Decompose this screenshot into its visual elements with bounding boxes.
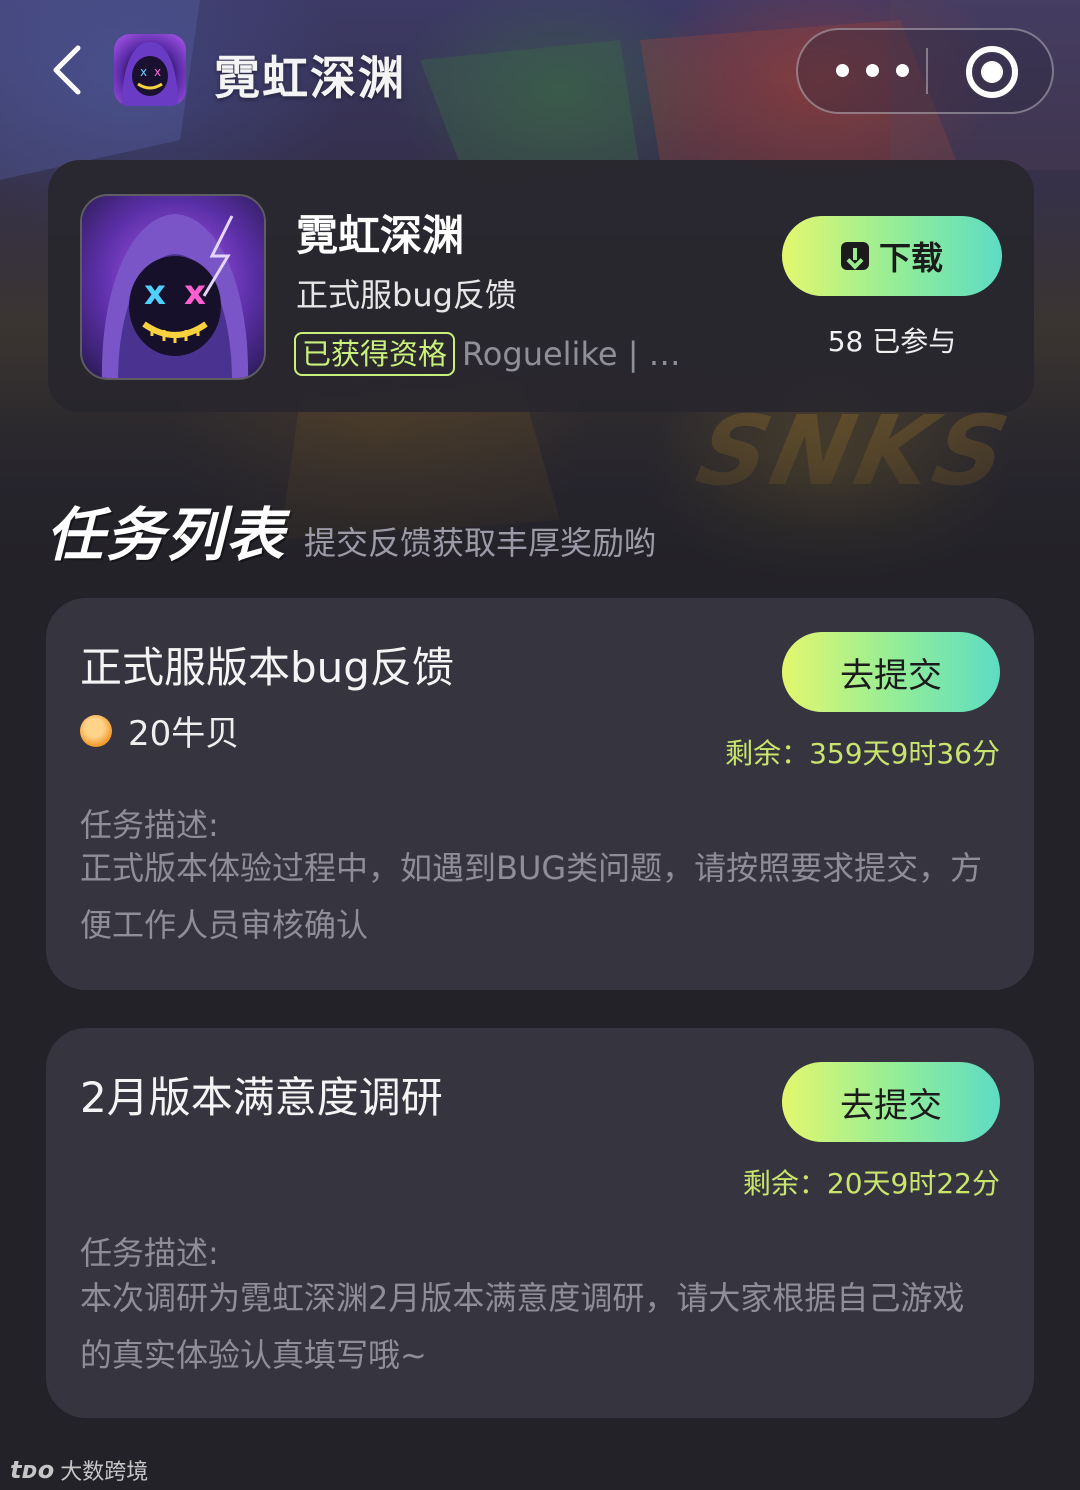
- task-description: 正式版本体验过程中，如遇到BUG类问题，请按照要求提交，方便工作人员审核确认: [80, 849, 983, 944]
- hooded-character-icon: x x: [122, 42, 178, 106]
- game-subtitle: 正式服bug反馈: [296, 276, 517, 314]
- download-button[interactable]: 下载: [782, 216, 1002, 296]
- reward-amount: 20牛贝: [128, 714, 240, 754]
- game-info-card: x x 霓虹深渊 正式服bug反馈 已获得资格 Roguelike | 赛… 下…: [48, 160, 1034, 412]
- navigation-bar: x x 霓虹深渊: [0, 22, 1080, 122]
- more-dots-icon: [896, 64, 909, 77]
- hooded-character-icon: x x: [82, 196, 264, 378]
- task-card: 正式服版本bug反馈 20牛贝 去提交 剩余：359天9时36分 任务描述: 正…: [46, 598, 1034, 990]
- task-title: 正式服版本bug反馈: [80, 643, 454, 692]
- task-reward: 20牛贝: [80, 706, 239, 755]
- back-button[interactable]: [48, 44, 88, 96]
- task-card: 2月版本满意度调研 去提交 剩余：20天9时22分 任务描述: 本次调研为霓虹深…: [46, 1028, 1034, 1418]
- qualification-badge: 已获得资格: [294, 332, 456, 376]
- game-icon: x x: [80, 194, 266, 380]
- capsule-divider: [926, 48, 928, 94]
- section-subtitle: 提交反馈获取丰厚奖励哟: [304, 524, 657, 562]
- submit-button[interactable]: 去提交: [782, 1062, 1000, 1142]
- watermark: tᴅᴏ 大数跨境: [10, 1454, 148, 1486]
- svg-text:x: x: [184, 273, 206, 313]
- submit-button[interactable]: 去提交: [782, 632, 1000, 712]
- close-target-button[interactable]: [966, 46, 1018, 98]
- more-dots-icon: [836, 64, 849, 77]
- game-tags: Roguelike | 赛…: [462, 335, 712, 373]
- participant-count: 58 已参与: [827, 325, 957, 358]
- page-title: 霓虹深渊: [214, 51, 406, 105]
- watermark-logo: tᴅᴏ: [10, 1456, 55, 1484]
- section-title: 任务列表: [46, 501, 287, 569]
- svg-text:x: x: [154, 65, 161, 79]
- download-icon: [840, 242, 869, 270]
- more-dots-icon: [866, 64, 879, 77]
- watermark-text: 大数跨境: [60, 1460, 149, 1485]
- chevron-left-icon: [53, 45, 81, 95]
- more-options-button[interactable]: [828, 48, 918, 94]
- remaining-time: 剩余：20天9时22分: [742, 1167, 1000, 1200]
- task-description: 本次调研为霓虹深渊2月版本满意度调研，请大家根据自己游戏的真实体验认真填写哦~: [80, 1279, 965, 1374]
- remaining-time: 剩余：359天9时36分: [725, 737, 1000, 770]
- task-description-label: 任务描述:: [80, 1234, 219, 1272]
- svg-text:x: x: [144, 273, 166, 313]
- task-title: 2月版本满意度调研: [80, 1073, 443, 1122]
- game-name: 霓虹深渊: [296, 211, 465, 260]
- download-label: 下载: [878, 239, 943, 277]
- svg-text:x: x: [140, 65, 147, 79]
- mini-program-capsule: [796, 28, 1054, 114]
- coin-icon: [80, 714, 112, 747]
- mini-program-avatar: x x: [114, 34, 186, 106]
